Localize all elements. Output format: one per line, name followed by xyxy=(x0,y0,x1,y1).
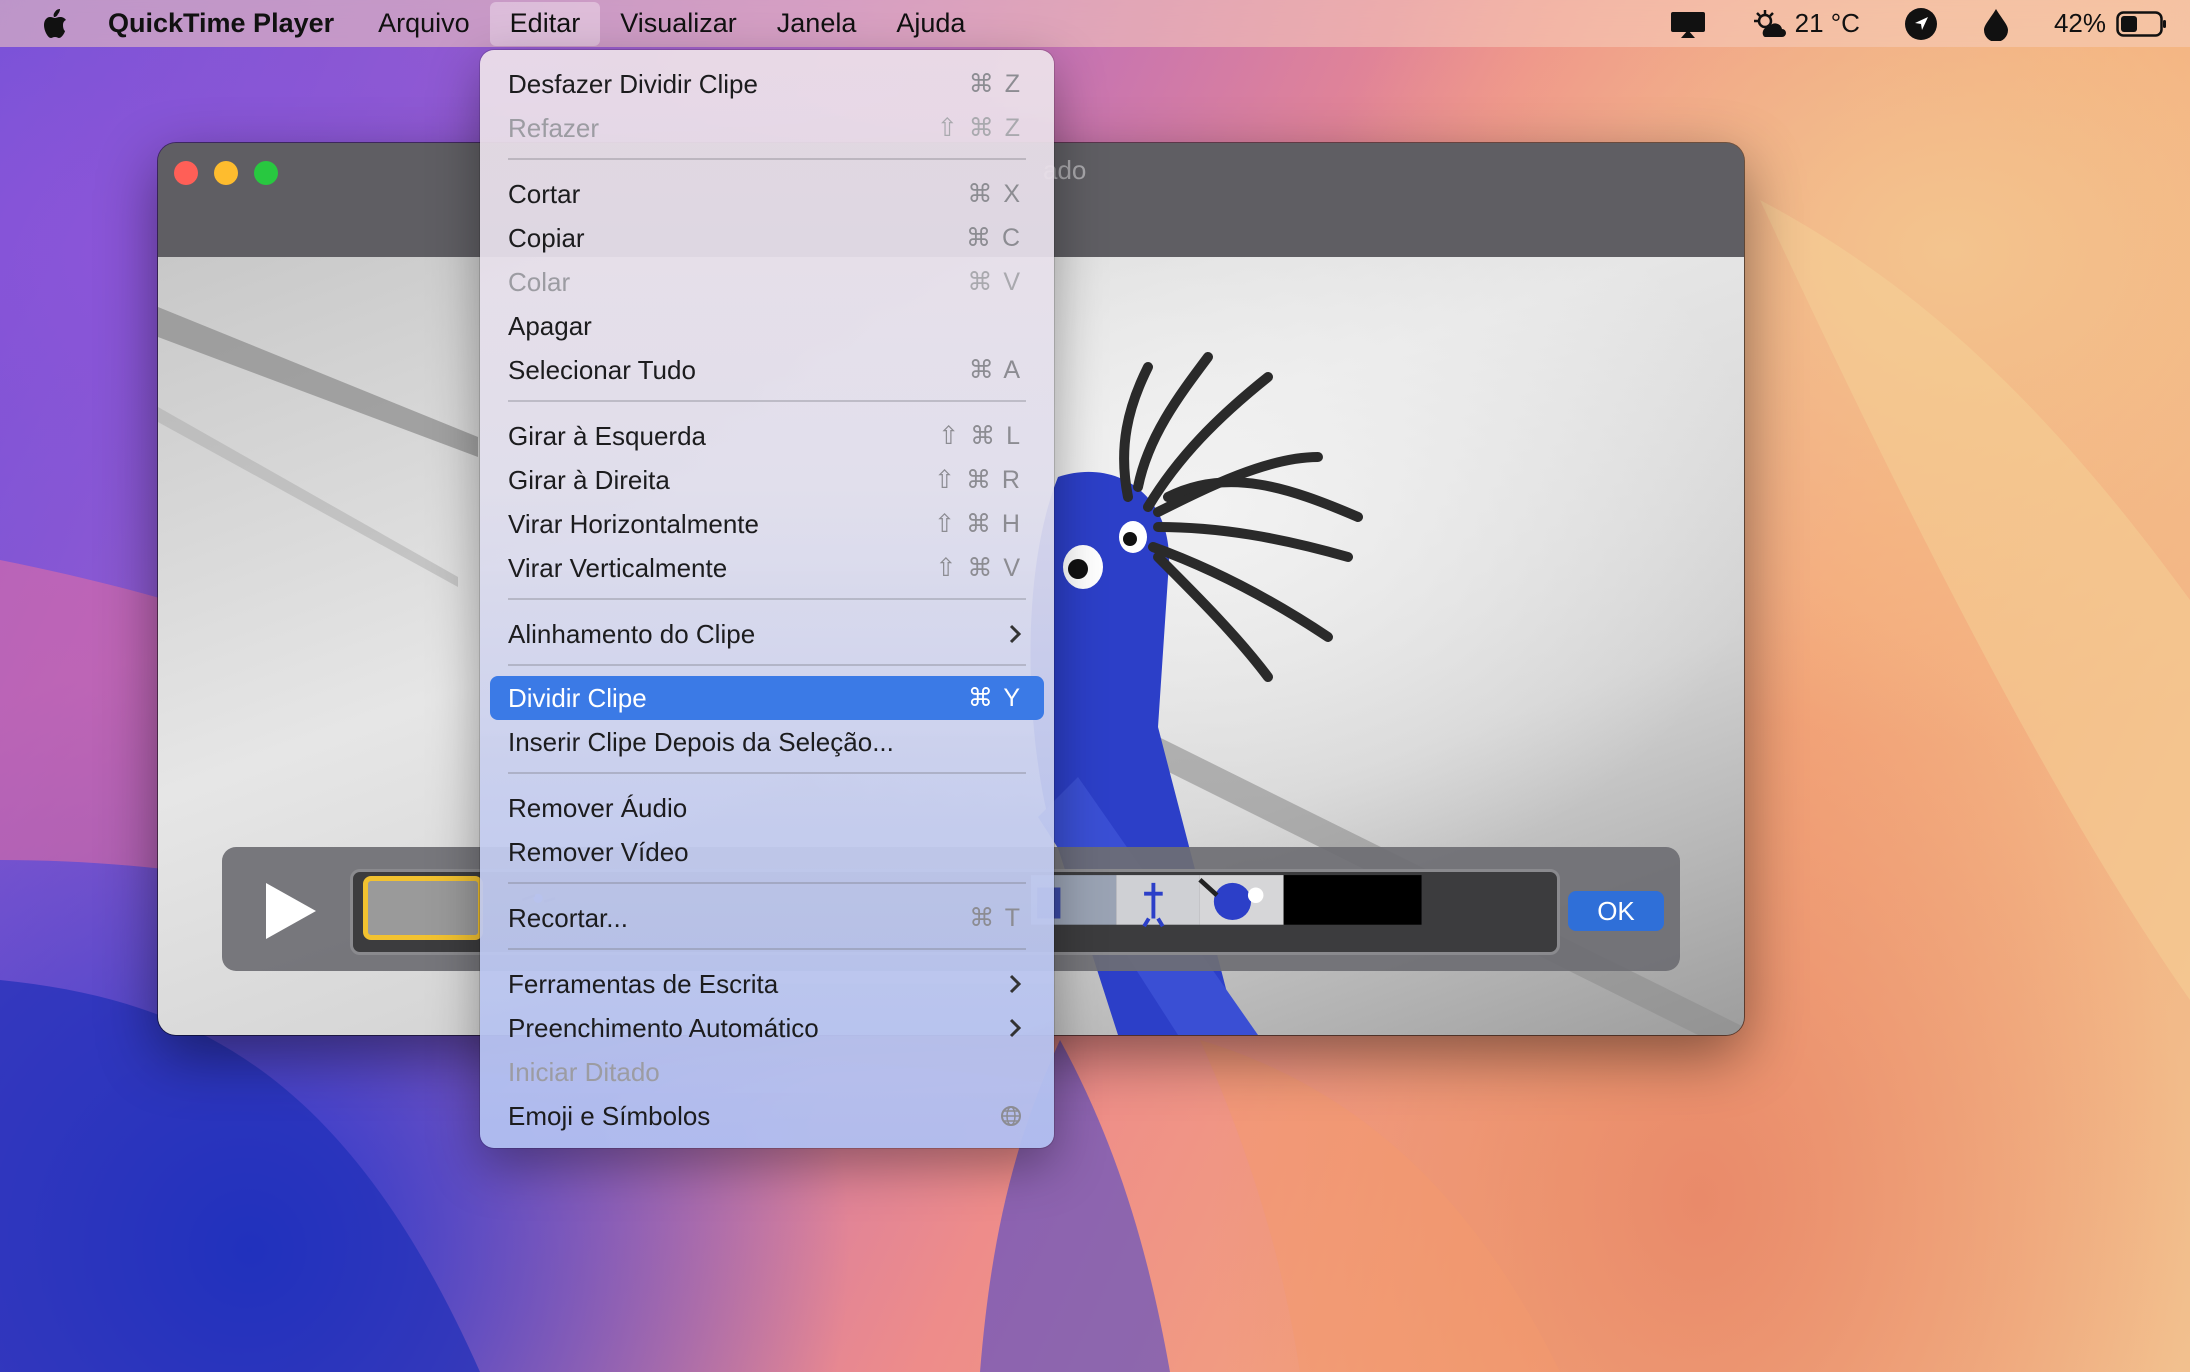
weather-sun-cloud-icon xyxy=(1753,9,1786,37)
menu-janela[interactable]: Janela xyxy=(757,0,877,47)
menu-item-cut[interactable]: Cortar ⌘ X xyxy=(490,172,1044,216)
minimize-button[interactable] xyxy=(214,161,238,185)
menu-app-name[interactable]: QuickTime Player xyxy=(90,0,358,47)
menu-item-writing-tools[interactable]: Ferramentas de Escrita xyxy=(490,962,1044,1006)
chevron-right-icon xyxy=(1009,624,1022,644)
menu-item-start-dictation: Iniciar Ditado xyxy=(508,1056,660,1087)
menu-arquivo[interactable]: Arquivo xyxy=(358,0,490,47)
menu-item-paste: Colar ⌘ V xyxy=(508,266,1022,297)
weather-temp: 21 °C xyxy=(1794,8,1860,38)
menu-item-undo-split-clip[interactable]: Desfazer Dividir Clipe ⌘ Z xyxy=(490,62,1044,106)
battery-status[interactable]: 42% xyxy=(2054,8,2168,39)
menu-item-split-clip[interactable]: Dividir Clipe ⌘ Y xyxy=(490,676,1044,720)
menu-ajuda[interactable]: Ajuda xyxy=(876,0,985,47)
globe-icon xyxy=(1001,1106,1021,1126)
chevron-right-icon xyxy=(1009,1018,1022,1038)
menu-item-insert-clip-after[interactable]: Inserir Clipe Depois da Seleção... xyxy=(490,720,1044,764)
menu-separator xyxy=(508,158,1026,160)
menu-separator xyxy=(508,772,1026,774)
battery-icon xyxy=(2116,10,2166,37)
menu-item-flip-vertical[interactable]: Virar Verticalmente ⇧ ⌘ V xyxy=(490,546,1044,590)
menu-item-autofill[interactable]: Preenchimento Automático xyxy=(490,1006,1044,1050)
display-mirror-icon[interactable] xyxy=(1669,8,1707,40)
menu-separator xyxy=(508,400,1026,402)
menu-separator xyxy=(508,598,1026,600)
menu-item-remove-video[interactable]: Remover Vídeo xyxy=(490,830,1044,874)
menu-item-clip-alignment[interactable]: Alinhamento do Clipe xyxy=(490,612,1044,656)
zoom-button[interactable] xyxy=(254,161,278,185)
location-arrow-icon[interactable] xyxy=(1904,7,1938,41)
close-button[interactable] xyxy=(174,161,198,185)
menu-item-flip-horizontal[interactable]: Virar Horizontalmente ⇧ ⌘ H xyxy=(490,502,1044,546)
menu-item-rotate-left[interactable]: Girar à Esquerda ⇧ ⌘ L xyxy=(490,414,1044,458)
menu-item-copy[interactable]: Copiar ⌘ C xyxy=(490,216,1044,260)
weather-widget[interactable]: 21 °C xyxy=(1751,8,1860,39)
menu-item-trim[interactable]: Recortar... ⌘ T xyxy=(490,896,1044,940)
battery-percent: 42% xyxy=(2053,8,2106,38)
apple-logo-icon[interactable] xyxy=(40,8,68,40)
menu-item-redo: Refazer ⇧ ⌘ Z xyxy=(508,112,1022,143)
menu-bar: QuickTime Player Arquivo Editar Visualiz… xyxy=(0,0,2190,47)
menu-separator xyxy=(508,882,1026,884)
ok-button[interactable]: OK xyxy=(1568,891,1664,931)
edit-menu-dropdown: Desfazer Dividir Clipe ⌘ Z Refazer ⇧ ⌘ Z… xyxy=(480,50,1054,1148)
menu-item-delete[interactable]: Apagar xyxy=(490,304,1044,348)
menu-item-remove-audio[interactable]: Remover Áudio xyxy=(490,786,1044,830)
chevron-right-icon xyxy=(1009,974,1022,994)
menu-item-rotate-right[interactable]: Girar à Direita ⇧ ⌘ R xyxy=(490,458,1044,502)
play-icon[interactable] xyxy=(262,881,318,941)
menu-separator xyxy=(508,948,1026,950)
menu-visualizar[interactable]: Visualizar xyxy=(600,0,757,47)
menu-editar[interactable]: Editar xyxy=(489,1,601,46)
water-drop-icon[interactable] xyxy=(1982,7,2010,41)
menu-separator xyxy=(508,664,1026,666)
menu-item-emoji-symbols[interactable]: Emoji e Símbolos xyxy=(490,1094,1044,1138)
menu-item-select-all[interactable]: Selecionar Tudo ⌘ A xyxy=(490,348,1044,392)
